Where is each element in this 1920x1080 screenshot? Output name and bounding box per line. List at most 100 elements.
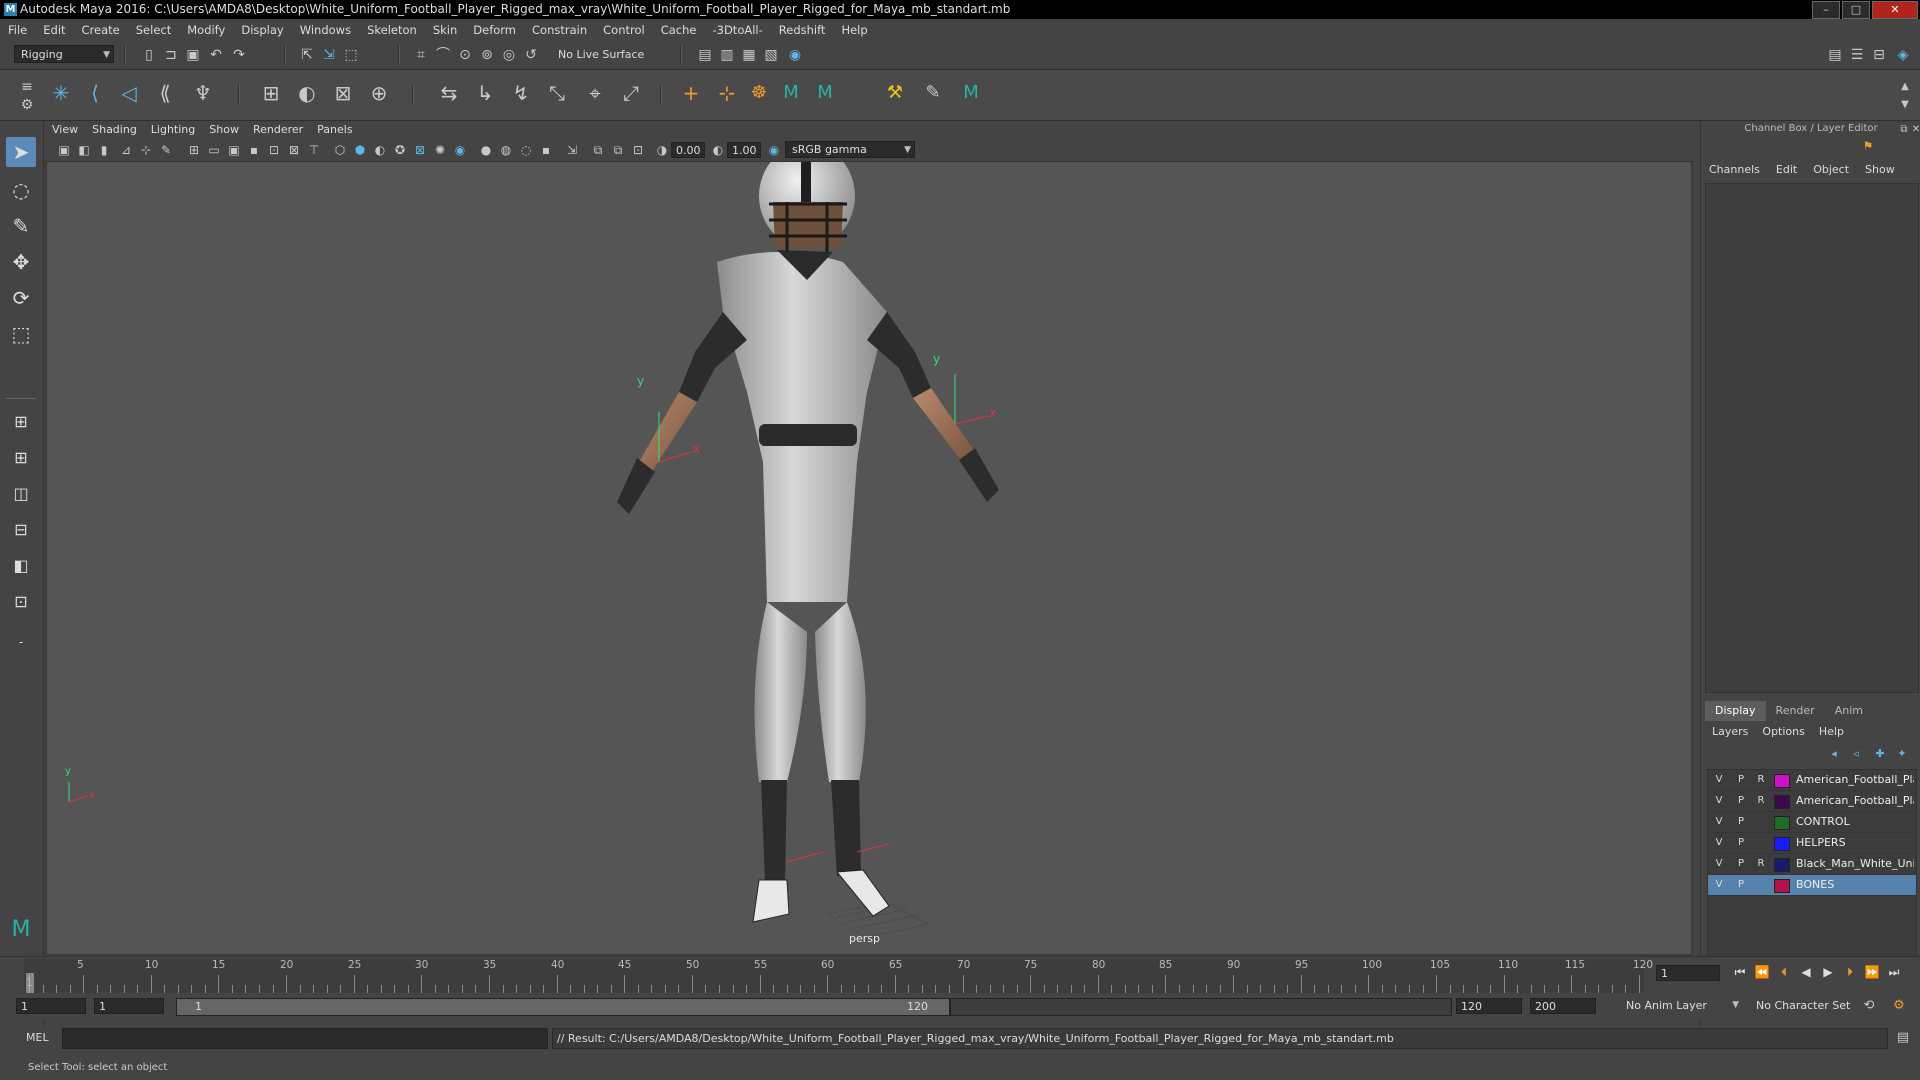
select-tool-icon[interactable]: ➤ [6,137,36,167]
time-slider[interactable]: 1510152025303540455055606570758085909510… [0,956,1920,995]
select-hierarchy-icon[interactable]: ⇱ [298,46,316,64]
wireframe-on-shaded-icon[interactable]: ✪ [391,141,409,159]
anim-layer-dropdown[interactable]: No Anim Layer ▼ [1620,998,1742,1014]
layer-row[interactable]: VPR American_Football_Player_ [1708,791,1916,812]
step-forward-icon[interactable]: ⏩ [1864,964,1880,980]
layer-playback-toggle[interactable]: P [1734,875,1748,895]
layer-color-swatch[interactable] [1774,837,1790,851]
rotate-tool-icon[interactable]: ⟳ [6,283,36,313]
time-track[interactable]: 1510152025303540455055606570758085909510… [24,959,1653,993]
point-constraint-icon[interactable]: ↳ [476,83,494,103]
xray-icon[interactable]: ⧉ [589,141,607,159]
layer-color-swatch[interactable] [1774,879,1790,893]
undo-icon[interactable]: ↶ [207,46,225,64]
grease-pencil-icon[interactable]: ✎ [157,141,175,159]
brush-icon[interactable]: ✎ [924,84,942,102]
layer-menu-help[interactable]: Help [1812,723,1851,741]
snap-live-icon[interactable]: ↺ [522,46,540,64]
menu-skin[interactable]: Skin [425,20,465,41]
layer-color-swatch[interactable] [1774,774,1790,788]
panel-menu-renderer[interactable]: Renderer [246,121,310,139]
joint-tool-icon[interactable]: ✳ [52,83,70,103]
layer-playback-toggle[interactable]: P [1734,812,1748,832]
menu-control[interactable]: Control [595,20,653,41]
camera-select-icon[interactable]: ▣ [55,141,73,159]
layer-visibility-toggle[interactable]: V [1712,812,1726,832]
aim-constraint-icon[interactable]: ⌖ [586,83,604,103]
layer-reference-toggle[interactable]: R [1754,770,1768,790]
scroll-up-icon[interactable]: ▲ [1896,78,1914,96]
smooth-shade-icon[interactable]: ⬢ [351,141,369,159]
panel-menu-shading[interactable]: Shading [85,121,144,139]
resolution-gate-icon[interactable]: ▣ [225,141,243,159]
cluster-icon[interactable]: ⊕ [370,83,388,103]
perspective-viewport[interactable]: y x y x y x persp [47,162,1691,954]
panel-menu-show[interactable]: Show [202,121,246,139]
panel-menu-lighting[interactable]: Lighting [144,121,202,139]
ipr-render-icon[interactable]: ▦ [740,46,758,64]
move-tool-icon[interactable]: ✥ [6,247,36,277]
lattice-icon[interactable]: ⊠ [334,83,352,103]
motion-blur-icon[interactable]: ◍ [497,141,515,159]
channel-tools-icon[interactable]: ⚑ [1859,137,1877,155]
channel-menu-channels[interactable]: Channels [1701,161,1768,179]
range-track[interactable] [950,998,1452,1016]
menu-help[interactable]: Help [833,20,875,41]
human-ik-icon[interactable]: ⊹ [718,83,736,103]
tab-anim[interactable]: Anim [1825,701,1873,721]
scale-tool-icon[interactable]: ⬚ [6,319,36,349]
menu-windows[interactable]: Windows [292,20,359,41]
xray-components-icon[interactable]: ⊡ [629,141,647,159]
select-component-icon[interactable]: ⬚ [342,46,360,64]
ik-handle-icon[interactable]: ⟨ [86,83,104,103]
hypershade-icon[interactable]: ◉ [786,46,804,64]
layer-visibility-toggle[interactable]: V [1712,854,1726,874]
panel-menu-panels[interactable]: Panels [310,121,359,139]
camera-attr-icon[interactable]: ◧ [75,141,93,159]
menu-file[interactable]: File [0,20,35,41]
select-object-icon[interactable]: ⇲ [320,46,338,64]
layer-color-swatch[interactable] [1774,795,1790,809]
exposure-icon[interactable]: ◑ [653,141,671,159]
current-time-marker[interactable] [26,973,34,993]
maya-script-icon[interactable]: M [782,84,800,102]
layer-visibility-toggle[interactable]: V [1712,791,1726,811]
layer-reference-toggle[interactable]: R [1754,854,1768,874]
layer-playback-toggle[interactable]: P [1734,833,1748,853]
two-view-stack-icon[interactable]: ⊟ [6,515,36,545]
paint-weights-icon[interactable]: ◐ [298,83,316,103]
bookmark-icon[interactable]: ▮ [95,141,113,159]
gamma-icon[interactable]: ◐ [709,141,727,159]
script-mode-label[interactable]: MEL [26,1030,49,1046]
auto-key-icon[interactable]: ⟲ [1860,997,1878,1015]
parent-constraint-icon[interactable]: ⇆ [440,83,458,103]
film-gate-icon[interactable]: ▭ [205,141,223,159]
panel-menu-view[interactable]: View [45,121,85,139]
move-layer-down-icon[interactable]: ◃ [1847,745,1865,763]
menu-select[interactable]: Select [128,20,179,41]
layer-color-swatch[interactable] [1774,816,1790,830]
channel-menu-object[interactable]: Object [1805,161,1857,179]
sculpt-icon[interactable]: ⚒ [886,84,904,102]
channel-list[interactable] [1705,183,1919,693]
render-view-icon[interactable]: ▤ [696,46,714,64]
gamma-field[interactable]: 1.00 [727,142,761,158]
graph-view-icon[interactable]: ⊡ [6,587,36,617]
four-view-icon[interactable]: ⊞ [6,443,36,473]
scroll-down-icon[interactable]: ▼ [1896,96,1914,114]
single-view-icon[interactable]: ⊞ [6,407,36,437]
step-back-key-icon[interactable]: ⏴ [1776,964,1792,980]
anim-prefs-icon[interactable]: ⚙ [1890,997,1908,1015]
snap-view-icon[interactable]: ⊚ [478,46,496,64]
wireframe-icon[interactable]: ⬡ [331,141,349,159]
character-set-dropdown[interactable]: No Character Set [1750,998,1870,1014]
ik-spline-icon[interactable]: ◁ [120,83,138,103]
lights-icon[interactable]: ✺ [431,141,449,159]
new-layer-icon[interactable]: ✚ [1871,745,1889,763]
gate-mask-icon[interactable]: ▪ [245,141,263,159]
scale-constraint-icon[interactable]: ⤡ [548,83,566,103]
maximize-button[interactable]: □ [1842,1,1870,19]
new-layer-selected-icon[interactable]: ✦ [1893,745,1911,763]
tool-settings-icon[interactable]: ⊟ [1870,46,1888,64]
depth-of-field-icon[interactable]: ▪ [537,141,555,159]
